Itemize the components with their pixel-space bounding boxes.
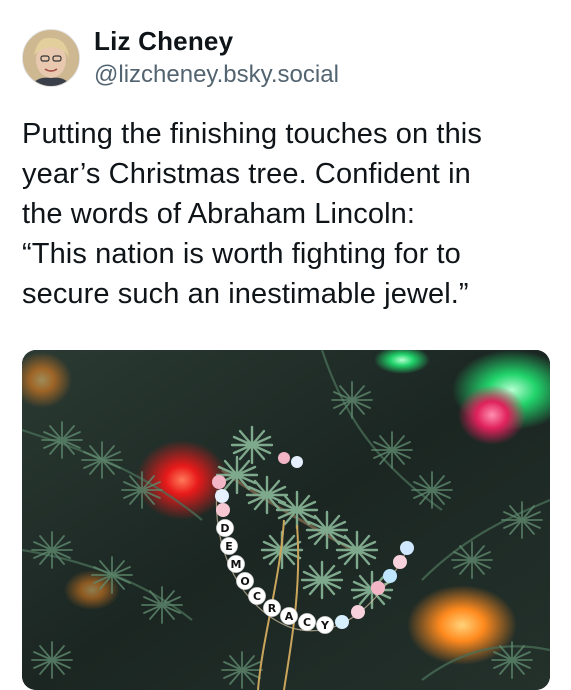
post-text: Putting the finishing touches on this ye…	[22, 118, 482, 310]
bead-letter-c: C	[248, 587, 266, 605]
bead-letter-d: D	[216, 519, 234, 537]
bead-letter-y: Y	[316, 616, 334, 634]
christmas-tree-photo: D E M O C R A C Y	[22, 350, 550, 690]
post-header: Liz Cheney @lizcheney.bsky.social	[22, 26, 339, 90]
svg-text:D: D	[220, 522, 229, 535]
svg-text:M: M	[231, 558, 242, 571]
post-image[interactable]: D E M O C R A C Y	[22, 350, 550, 690]
author-avatar[interactable]	[22, 29, 80, 87]
svg-text:C: C	[303, 616, 311, 629]
svg-text:E: E	[225, 540, 233, 553]
svg-text:O: O	[240, 575, 249, 588]
svg-text:A: A	[285, 610, 294, 623]
bead-letter-m: M	[227, 555, 245, 573]
author-handle[interactable]: @lizcheney.bsky.social	[94, 60, 339, 90]
bead-letter-o: O	[236, 572, 254, 590]
bead-letter-c2: C	[298, 613, 316, 631]
bead-letter-a: A	[280, 607, 298, 625]
author-display-name[interactable]: Liz Cheney	[94, 26, 339, 56]
svg-text:R: R	[268, 602, 277, 615]
bead-letter-e: E	[220, 537, 238, 555]
author-names: Liz Cheney @lizcheney.bsky.social	[94, 26, 339, 90]
svg-text:Y: Y	[320, 619, 330, 632]
svg-text:C: C	[253, 590, 261, 603]
bead-letter-r: R	[263, 599, 281, 617]
